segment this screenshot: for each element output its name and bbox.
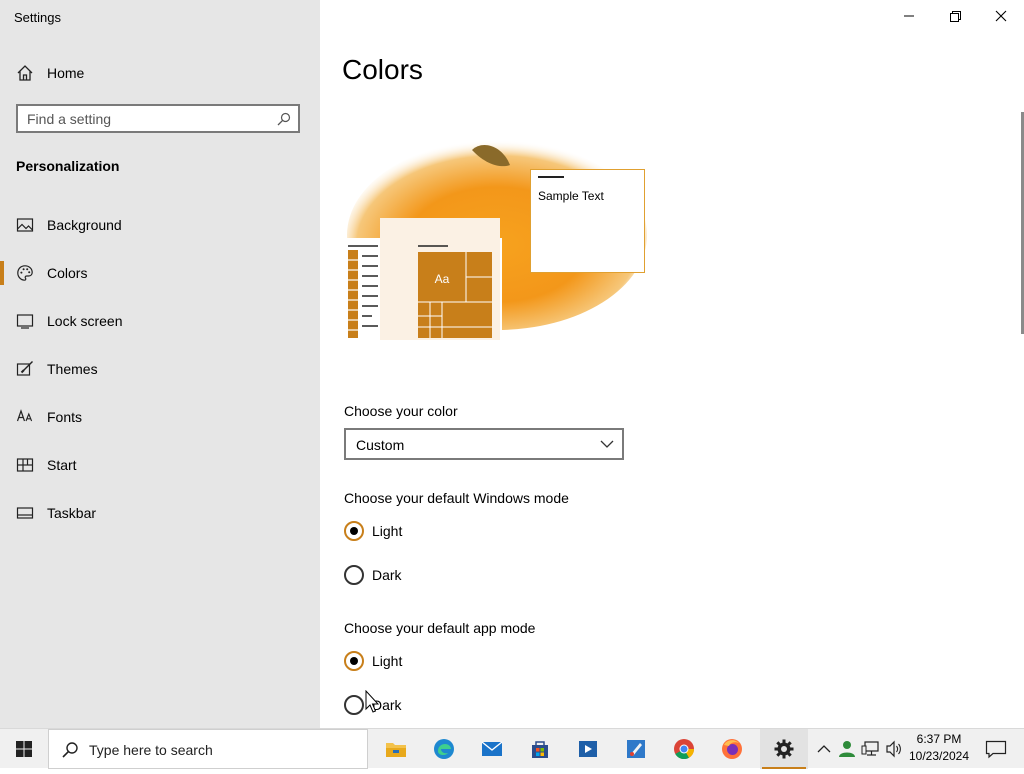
sidebar-item-label: Background	[47, 217, 122, 233]
active-indicator	[0, 261, 4, 285]
taskbar-movies-tv[interactable]	[564, 729, 612, 769]
file-explorer-icon	[386, 743, 406, 757]
find-setting-input[interactable]	[27, 110, 267, 128]
radio-circle[interactable]	[344, 521, 364, 541]
user-account-icon	[839, 741, 855, 757]
sidebar-item-label: Start	[47, 457, 77, 473]
start-button[interactable]	[0, 729, 48, 769]
sidebar-item-colors[interactable]: Colors	[0, 253, 320, 293]
sidebar-item-label: Taskbar	[47, 505, 97, 521]
chevron-down-icon	[600, 440, 614, 448]
paint-icon	[627, 740, 645, 758]
app-mode-label: Choose your default app mode	[344, 620, 536, 636]
taskbar-file-explorer[interactable]	[372, 729, 420, 769]
taskbar-firefox[interactable]	[708, 729, 756, 769]
radio-circle[interactable]	[344, 695, 364, 715]
windows-mode-light-radio[interactable]: Light	[344, 519, 544, 543]
taskbar-chrome[interactable]	[660, 729, 708, 769]
choose-color-dropdown[interactable]: Custom	[344, 428, 624, 460]
sidebar-item-label: Lock screen	[47, 313, 123, 329]
network-icon	[861, 741, 879, 756]
taskbar-edge[interactable]	[420, 729, 468, 769]
taskbar-store[interactable]	[516, 729, 564, 769]
notification-icon	[985, 740, 1007, 759]
sidebar-item-label: Themes	[47, 361, 98, 377]
find-setting-search-box[interactable]	[16, 104, 300, 133]
fonts-icon	[16, 409, 33, 422]
chevron-up-icon	[817, 745, 831, 753]
firefox-icon	[722, 739, 742, 759]
sidebar-item-background[interactable]: Background	[0, 205, 320, 245]
search-icon[interactable]	[276, 111, 292, 127]
preview-tile-text: Aa	[435, 272, 450, 286]
sidebar-item-lock-screen[interactable]: Lock screen	[0, 301, 320, 341]
taskbar: Type here to search 6:37 PM 10/23/2024	[0, 728, 1024, 769]
tray-network-button[interactable]	[860, 729, 882, 769]
taskbar-settings[interactable]	[760, 729, 808, 769]
store-icon	[532, 741, 548, 758]
restore-icon	[950, 11, 961, 22]
main-content: Colors Aa Sample Text Choose your color …	[320, 0, 1024, 728]
sidebar-item-taskbar[interactable]: Taskbar	[0, 493, 320, 533]
windows-mode-dark-radio[interactable]: Dark	[344, 563, 544, 587]
sidebar-item-fonts[interactable]: Fonts	[0, 397, 320, 437]
radio-circle[interactable]	[344, 651, 364, 671]
section-title: Personalization	[16, 158, 120, 174]
sample-text: Sample Text	[538, 189, 604, 203]
restore-button[interactable]	[932, 0, 978, 32]
palette-icon	[17, 265, 33, 281]
windows-mode-label: Choose your default Windows mode	[344, 490, 569, 506]
choose-color-value: Custom	[356, 437, 405, 453]
taskbar-clock[interactable]: 6:37 PM 10/23/2024	[906, 731, 972, 767]
close-icon	[995, 10, 1007, 22]
radio-label: Light	[372, 523, 403, 539]
home-nav-item[interactable]: Home	[0, 56, 320, 90]
tray-volume-button[interactable]	[884, 729, 904, 769]
lock-screen-icon	[16, 314, 34, 329]
close-button[interactable]	[978, 0, 1024, 32]
taskbar-mail[interactable]	[468, 729, 516, 769]
taskbar-search-text: Type here to search	[89, 742, 213, 758]
app-title: Settings	[14, 10, 61, 25]
radio-label: Dark	[372, 567, 402, 583]
chrome-icon	[674, 739, 695, 760]
radio-circle[interactable]	[344, 565, 364, 585]
sidebar-item-start[interactable]: Start	[0, 445, 320, 485]
volume-icon	[886, 740, 901, 758]
minimize-icon	[904, 15, 914, 17]
mail-icon	[481, 741, 503, 756]
themes-brush-icon	[16, 361, 33, 376]
taskbar-icon	[16, 507, 34, 519]
gear-icon	[774, 739, 794, 759]
taskbar-search-box[interactable]: Type here to search	[48, 729, 368, 769]
home-label: Home	[47, 65, 85, 81]
minimize-button[interactable]	[886, 0, 932, 32]
search-icon	[62, 742, 78, 758]
picture-icon	[16, 218, 34, 232]
sample-window-preview: Sample Text	[530, 169, 645, 273]
app-mode-light-radio[interactable]: Light	[344, 649, 544, 673]
movies-tv-icon	[579, 741, 597, 757]
sidebar-item-label: Colors	[47, 265, 88, 281]
tray-people-icon-button[interactable]	[836, 729, 858, 769]
choose-color-label: Choose your color	[344, 403, 458, 419]
sidebar-item-themes[interactable]: Themes	[0, 349, 320, 389]
home-icon	[17, 65, 33, 81]
mouse-cursor-icon	[365, 690, 379, 713]
sidebar: Settings Home Personalization Background…	[0, 0, 320, 728]
action-center-button[interactable]	[978, 729, 1014, 769]
sidebar-item-label: Fonts	[47, 409, 83, 425]
edge-icon	[434, 739, 454, 759]
taskbar-paint[interactable]	[612, 729, 660, 769]
page-title: Colors	[342, 54, 423, 85]
clock-date: 10/23/2024	[908, 749, 970, 763]
color-preview: Aa Sample Text	[342, 140, 647, 340]
windows-logo-icon	[16, 741, 32, 757]
start-tiles-icon	[16, 458, 34, 472]
show-hidden-icons-button[interactable]	[814, 729, 834, 769]
radio-label: Light	[372, 653, 403, 669]
clock-time: 6:37 PM	[916, 732, 962, 746]
